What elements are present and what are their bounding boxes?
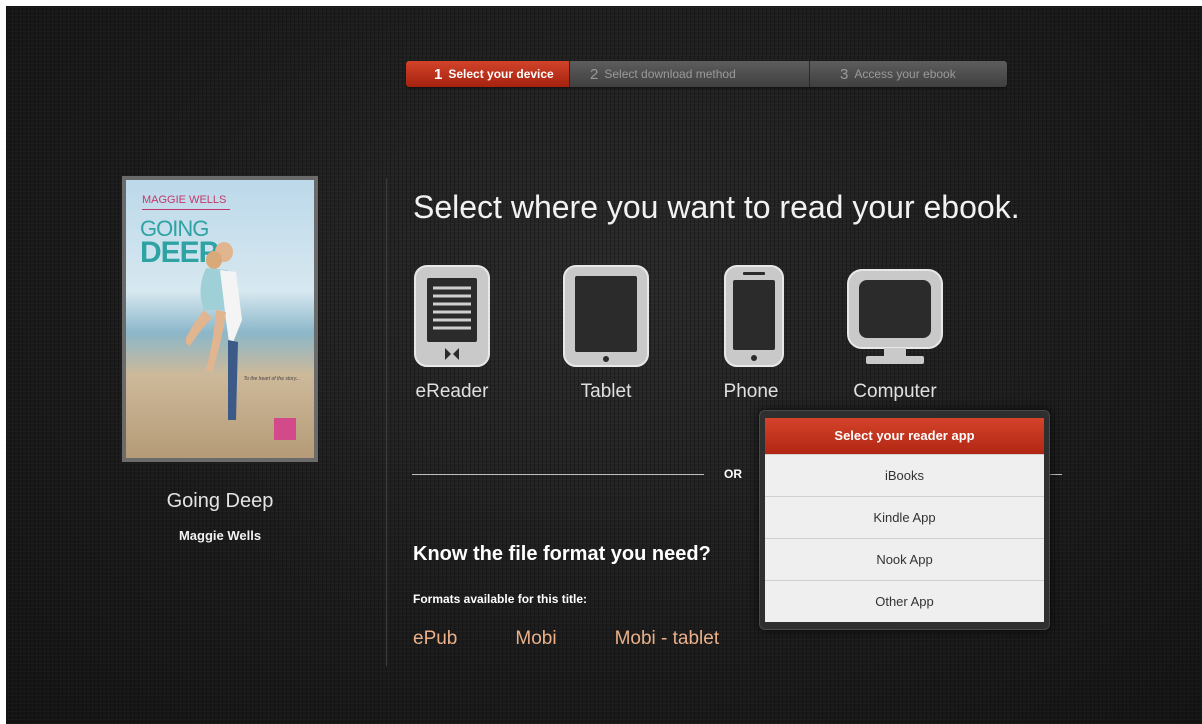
format-links: ePub Mobi Mobi - tablet — [413, 628, 719, 650]
page-background: 1 Select your device 2 Select download m… — [6, 6, 1202, 724]
or-label: OR — [724, 467, 742, 481]
or-divider-right — [1048, 474, 1062, 475]
publisher-logo-icon — [274, 418, 296, 440]
device-computer-label: Computer — [853, 381, 937, 402]
reader-app-option-other[interactable]: Other App — [765, 580, 1044, 622]
step-3: 3 Access your ebook — [810, 61, 1007, 87]
book-author: Maggie Wells — [178, 528, 262, 543]
reader-app-option-kindle[interactable]: Kindle App — [765, 496, 1044, 538]
cover-divider — [142, 209, 230, 210]
device-computer[interactable]: Computer — [844, 264, 946, 403]
phone-icon — [723, 265, 784, 367]
formats-available-label: Formats available for this title: — [413, 592, 588, 606]
vertical-divider — [386, 178, 387, 666]
device-ereader[interactable]: eReader — [411, 264, 493, 403]
format-link-mobi[interactable]: Mobi — [515, 628, 556, 650]
device-ereader-label: eReader — [415, 381, 489, 402]
cover-tagline: To the heart of the story... — [243, 376, 300, 382]
page-headline: Select where you want to read your ebook… — [413, 189, 1020, 225]
step-progress-bar: 1 Select your device 2 Select download m… — [406, 61, 1007, 87]
book-cover: MAGGIE WELLS GOING DEEP To the heart of … — [122, 176, 318, 462]
device-phone-label: Phone — [723, 381, 779, 402]
device-phone[interactable]: Phone — [713, 264, 789, 403]
file-format-heading: Know the file format you need? — [413, 543, 711, 565]
step-2: 2 Select download method — [570, 61, 810, 87]
step-3-number: 3 — [840, 65, 849, 83]
ereader-icon — [414, 265, 490, 367]
or-divider-left — [412, 474, 704, 475]
step-2-number: 2 — [590, 65, 599, 83]
cover-couple-illustration — [186, 242, 242, 420]
step-1: 1 Select your device — [406, 61, 570, 87]
step-2-label: Select download method — [604, 67, 736, 81]
device-tablet-label: Tablet — [580, 381, 632, 402]
reader-app-dropdown-header: Select your reader app — [765, 418, 1044, 454]
computer-icon — [847, 269, 943, 364]
tablet-icon — [563, 265, 649, 367]
cover-author-text: MAGGIE WELLS — [142, 194, 227, 206]
step-3-label: Access your ebook — [854, 67, 956, 81]
step-1-label: Select your device — [448, 67, 554, 81]
reader-app-dropdown: Select your reader app iBooks Kindle App… — [759, 410, 1050, 630]
cover-art: MAGGIE WELLS GOING DEEP To the heart of … — [126, 180, 314, 458]
reader-app-option-nook[interactable]: Nook App — [765, 538, 1044, 580]
format-link-mobi-tablet[interactable]: Mobi - tablet — [615, 628, 720, 650]
reader-app-option-ibooks[interactable]: iBooks — [765, 454, 1044, 496]
format-link-epub[interactable]: ePub — [413, 628, 457, 650]
step-1-number: 1 — [434, 65, 443, 83]
book-title: Going Deep — [166, 490, 274, 512]
device-tablet[interactable]: Tablet — [560, 264, 652, 403]
